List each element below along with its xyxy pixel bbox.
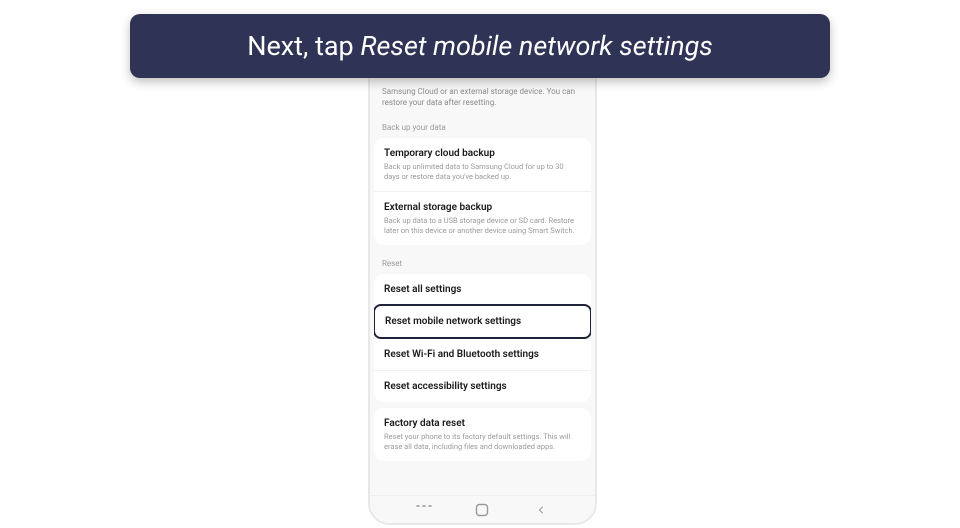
- phone-frame: Reset Samsung Cloud or an external stora…: [368, 60, 597, 525]
- external-backup-title: External storage backup: [384, 201, 581, 214]
- temp-cloud-title: Temporary cloud backup: [384, 147, 581, 160]
- row-external-backup[interactable]: External storage backup Back up data to …: [374, 191, 591, 245]
- reset-accessibility-title: Reset accessibility settings: [384, 380, 581, 393]
- instruction-banner: Next, tap Reset mobile network settings: [130, 14, 830, 78]
- nav-recents-icon[interactable]: [414, 500, 434, 520]
- factory-card: Factory data reset Reset your phone to i…: [374, 408, 591, 461]
- reset-all-title: Reset all settings: [384, 283, 581, 296]
- row-reset-wifi-bluetooth[interactable]: Reset Wi-Fi and Bluetooth settings: [374, 338, 591, 370]
- section-backup-label: Back up your data: [374, 115, 591, 136]
- factory-sub: Reset your phone to its factory default …: [384, 432, 581, 452]
- row-reset-mobile-network[interactable]: Reset mobile network settings: [374, 304, 591, 339]
- nav-home-icon[interactable]: [472, 500, 492, 520]
- reset-wifi-title: Reset Wi-Fi and Bluetooth settings: [384, 348, 581, 361]
- reset-card: Reset all settings Reset mobile network …: [374, 274, 591, 402]
- nav-back-icon[interactable]: [531, 500, 551, 520]
- factory-title: Factory data reset: [384, 417, 581, 430]
- external-backup-sub: Back up data to a USB storage device or …: [384, 216, 581, 236]
- row-factory-reset[interactable]: Factory data reset Reset your phone to i…: [374, 408, 591, 461]
- android-navbar: [370, 495, 595, 523]
- temp-cloud-sub: Back up unlimited data to Samsung Cloud …: [384, 162, 581, 182]
- screen-content[interactable]: Samsung Cloud or an external storage dev…: [370, 85, 595, 495]
- row-temp-cloud-backup[interactable]: Temporary cloud backup Back up unlimited…: [374, 138, 591, 191]
- instruction-prefix: Next, tap: [247, 30, 360, 62]
- row-reset-accessibility[interactable]: Reset accessibility settings: [374, 370, 591, 402]
- backup-card: Temporary cloud backup Back up unlimited…: [374, 138, 591, 246]
- instruction-emphasis: Reset mobile network settings: [360, 30, 712, 62]
- intro-text: Samsung Cloud or an external storage dev…: [374, 85, 591, 115]
- row-reset-all[interactable]: Reset all settings: [374, 274, 591, 305]
- reset-mobile-title: Reset mobile network settings: [385, 315, 580, 328]
- section-reset-label: Reset: [374, 251, 591, 272]
